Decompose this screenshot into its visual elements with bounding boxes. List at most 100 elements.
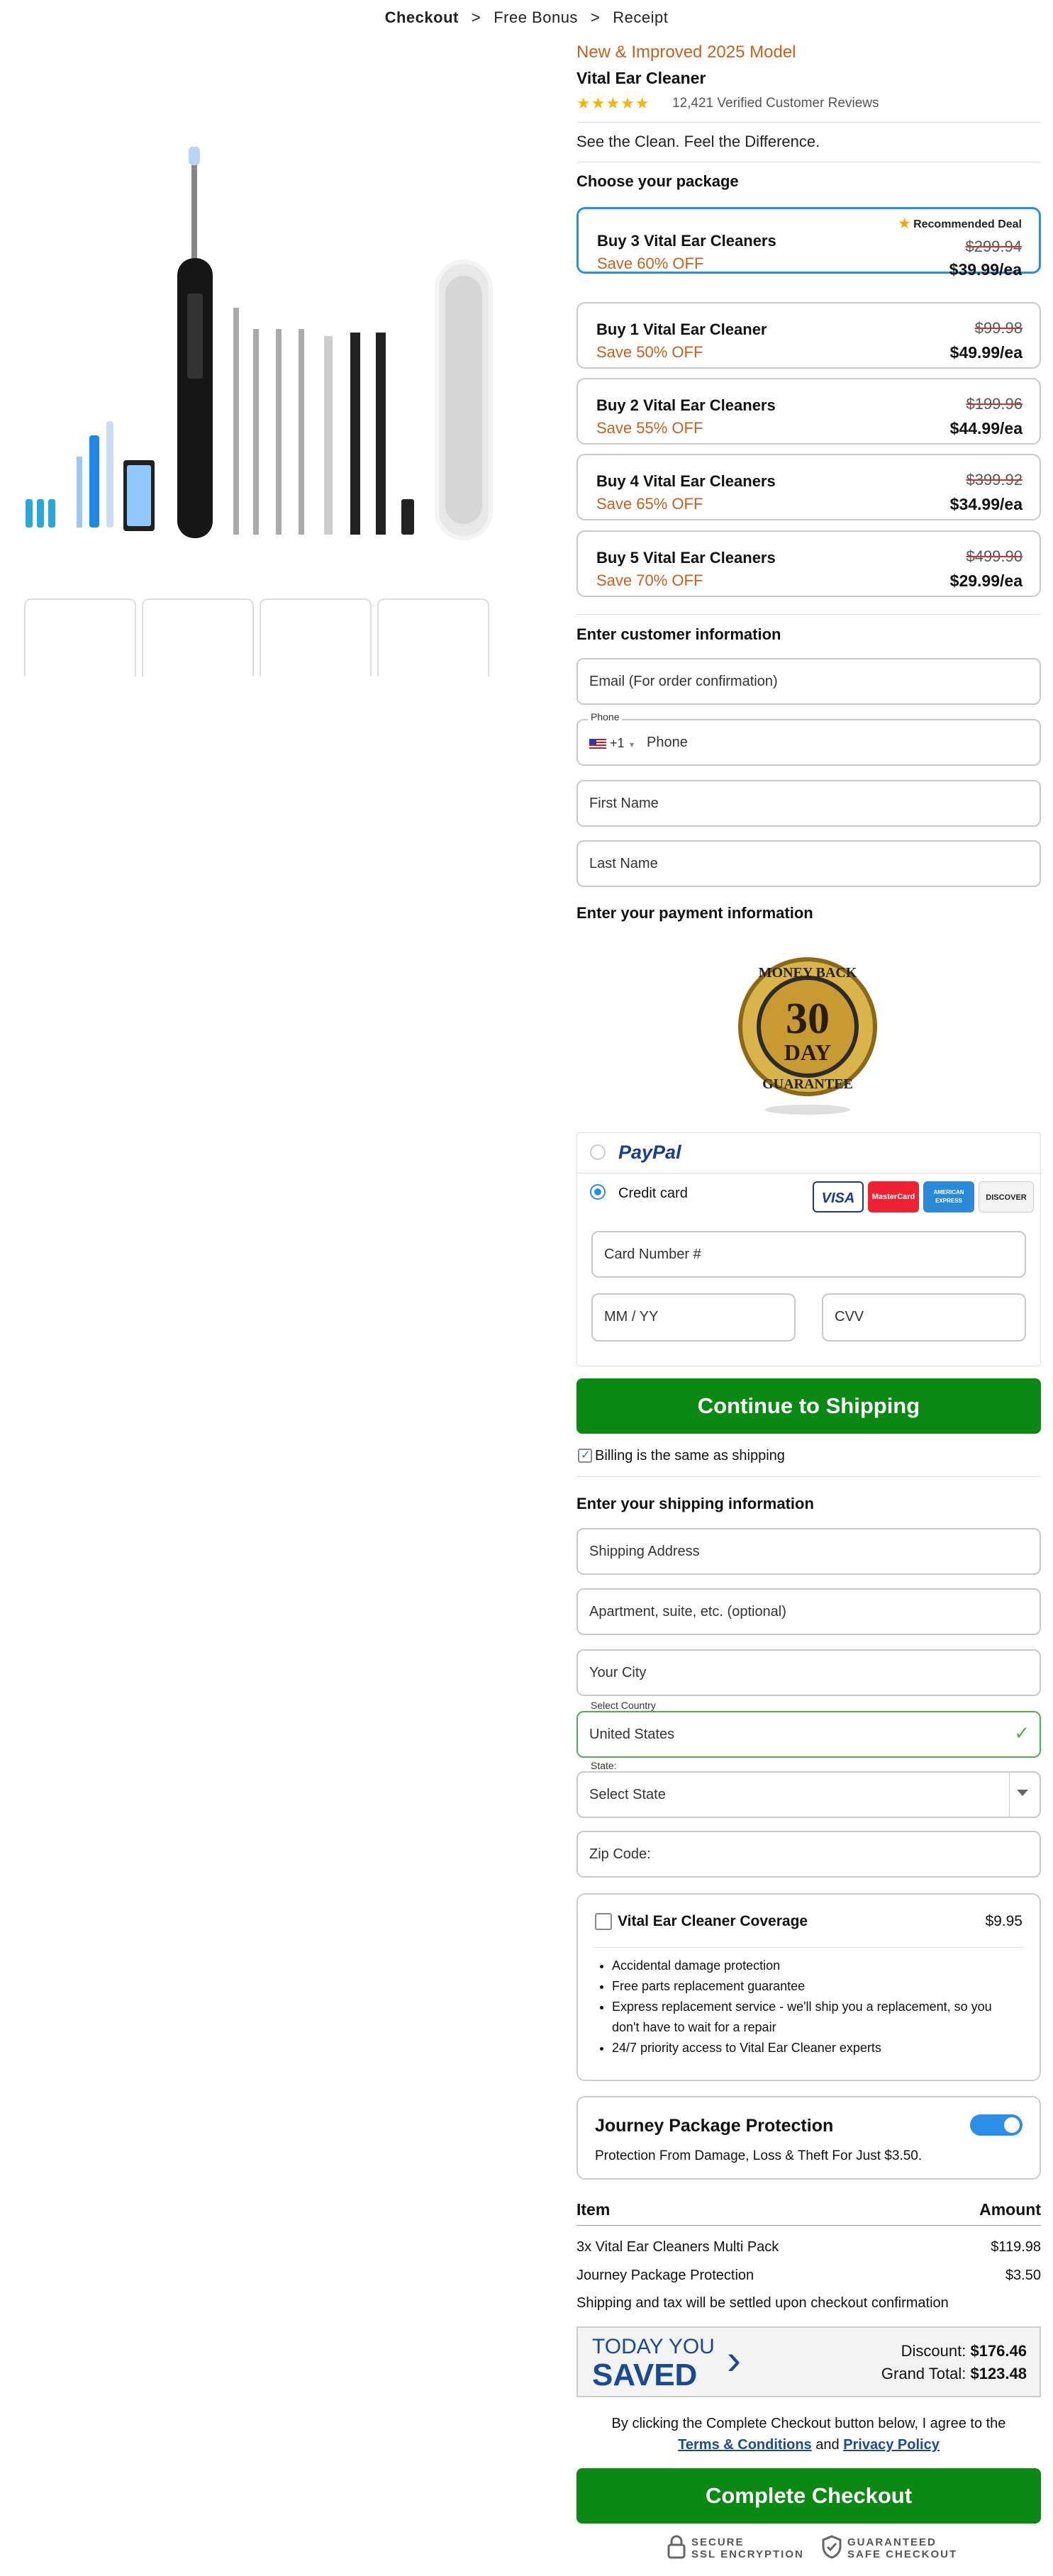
protection-toggle[interactable] [970,2114,1023,2136]
zip-field[interactable]: Zip Code: [576,1831,1041,1878]
package-old-price: $399.92 [966,471,1023,489]
recommended-badge: ★ Recommended Deal [898,216,1022,231]
mastercard-icon: MasterCard [868,1181,919,1212]
country-select[interactable]: United States ✓ [576,1711,1041,1758]
package-name: Buy 4 Vital Ear Cleaners [596,472,776,490]
billing-same-label: Billing is the same as shipping [595,1448,785,1463]
safe-checkout-badge: GUARANTEED SAFE CHECKOUT [847,2536,957,2560]
package-protection-box: Journey Package Protection Protection Fr… [576,2096,1041,2180]
thumbnail-1[interactable] [24,598,136,676]
product-name: Vital Ear Cleaner [576,69,706,87]
summary-amount: $3.50 [1005,2268,1041,2283]
chevron-down-icon: ▼ [628,741,636,749]
rating-stars-icon: ★★★★★ [576,94,650,112]
package-option-2[interactable]: Buy 2 Vital Ear Cleaners Save 55% OFF $1… [576,378,1041,445]
state-select[interactable]: Select State [576,1771,1041,1818]
city-placeholder: Your City [589,1665,647,1680]
cvv-field[interactable]: CVV [822,1293,1026,1342]
country-code-selector[interactable]: +1 ▼ [589,736,635,751]
discount-value: $176.46 [970,2342,1027,2360]
package-save: Save 60% OFF [597,255,704,272]
apartment-field[interactable]: Apartment, suite, etc. (optional) [576,1588,1041,1635]
customer-heading: Enter customer information [576,625,781,643]
package-option-4[interactable]: Buy 4 Vital Ear Cleaners Save 65% OFF $3… [576,454,1041,520]
credit-card-radio[interactable] [590,1184,606,1200]
seal-top-text: MONEY BACK [759,965,857,981]
coverage-box: Vital Ear Cleaner Coverage $9.95 Acciden… [576,1893,1041,2081]
divider [576,1476,1041,1477]
legal-text: By clicking the Complete Checkout button… [576,2413,1041,2455]
paypal-logo: PayPal [618,1142,681,1163]
phone-code: +1 [610,736,625,750]
secure-line2: SSL ENCRYPTION [691,2548,804,2560]
package-option-1[interactable]: Buy 1 Vital Ear Cleaner Save 50% OFF $99… [576,302,1041,369]
package-option-3[interactable]: ★ Recommended Deal Buy 3 Vital Ear Clean… [576,207,1041,279]
complete-checkout-button[interactable]: Complete Checkout [576,2468,1041,2524]
us-flag-icon [589,739,606,749]
apartment-placeholder: Apartment, suite, etc. (optional) [589,1604,786,1619]
package-old-price: $499.90 [966,547,1023,565]
legal-and: and [815,2437,840,2453]
saved-label: SAVED [592,2358,698,2392]
total-line: Grand Total: $123.48 [881,2365,1027,2383]
check-icon: ✓ [1014,1722,1030,1744]
amex-icon: AMERICAN EXPRESS [923,1181,974,1212]
state-value: Select State [589,1787,666,1802]
expiry-field[interactable]: MM / YY [591,1293,796,1342]
legal-body: By clicking the Complete Checkout button… [611,2416,1006,2431]
thumbnail-2[interactable] [142,598,254,676]
safe-line1: GUARANTEED [847,2536,937,2548]
payment-methods: PayPal Credit card VISA MasterCard AMERI… [576,1132,1041,1366]
thumbnail-3[interactable] [260,598,372,676]
secure-badge: SECURE SSL ENCRYPTION [691,2536,804,2560]
summary-header: Item Amount [576,2200,1041,2219]
billing-same-checkbox[interactable]: ✓ [578,1449,592,1463]
divider [1009,1773,1010,1817]
breadcrumb-receipt[interactable]: Receipt [613,9,668,26]
terms-link[interactable]: Terms & Conditions [678,2437,812,2453]
continue-to-shipping-button[interactable]: Continue to Shipping [576,1378,1041,1434]
phone-field[interactable]: +1 ▼ Phone [576,719,1041,766]
package-price: $29.99/ea [949,571,1023,590]
privacy-link[interactable]: Privacy Policy [843,2437,940,2453]
coverage-checkbox[interactable] [595,1913,612,1930]
product-tagline: See the Clean. Feel the Difference. [576,133,820,150]
thumbnail-strip [24,598,506,676]
coverage-title: Vital Ear Cleaner Coverage [618,1913,808,1929]
state-label: State: [588,1760,620,1771]
last-name-field[interactable]: Last Name [576,840,1041,887]
card-number-field[interactable]: Card Number # [591,1231,1026,1278]
package-price: $34.99/ea [949,495,1023,513]
expiry-placeholder: MM / YY [604,1309,659,1325]
first-name-placeholder: First Name [589,796,659,811]
review-count[interactable]: 12,421 Verified Customer Reviews [672,96,879,111]
breadcrumb-free-bonus[interactable]: Free Bonus [494,9,578,26]
package-option-5[interactable]: Buy 5 Vital Ear Cleaners Save 70% OFF $4… [576,530,1041,597]
thumbnail-4[interactable] [377,598,489,676]
paypal-radio[interactable] [590,1144,606,1160]
package-price: $49.99/ea [949,343,1023,362]
list-item: Express replacement service - we'll ship… [612,1997,1009,2038]
summary-item: Journey Package Protection [576,2268,754,2283]
today-you-label: TODAY YOU [592,2335,715,2358]
shipping-address-field[interactable]: Shipping Address [576,1528,1041,1575]
money-back-seal: MONEY BACK 30 DAY GUARANTEE [738,957,877,1115]
country-label: Select Country [588,1700,659,1711]
last-name-placeholder: Last Name [589,856,658,871]
phone-placeholder: Phone [647,735,688,750]
protection-title: Journey Package Protection [595,2116,834,2136]
first-name-field[interactable]: First Name [576,780,1041,827]
total-value: $123.48 [970,2365,1027,2382]
package-name: Buy 2 Vital Ear Cleaners [596,396,776,414]
divider [595,1947,1024,1948]
breadcrumb-checkout[interactable]: Checkout [385,9,459,26]
amount-header: Amount [979,2200,1041,2219]
email-field[interactable]: Email (For order confirmation) [576,658,1041,705]
safe-line2: SAFE CHECKOUT [847,2548,958,2560]
city-field[interactable]: Your City [576,1649,1041,1696]
discover-icon: DISCOVER [979,1181,1034,1212]
chevron-down-icon [1017,1790,1028,1796]
divider [576,2225,1041,2226]
breadcrumb: Checkout > Free Bonus > Receipt [0,0,1053,31]
package-price: $39.99/ea [949,260,1022,279]
